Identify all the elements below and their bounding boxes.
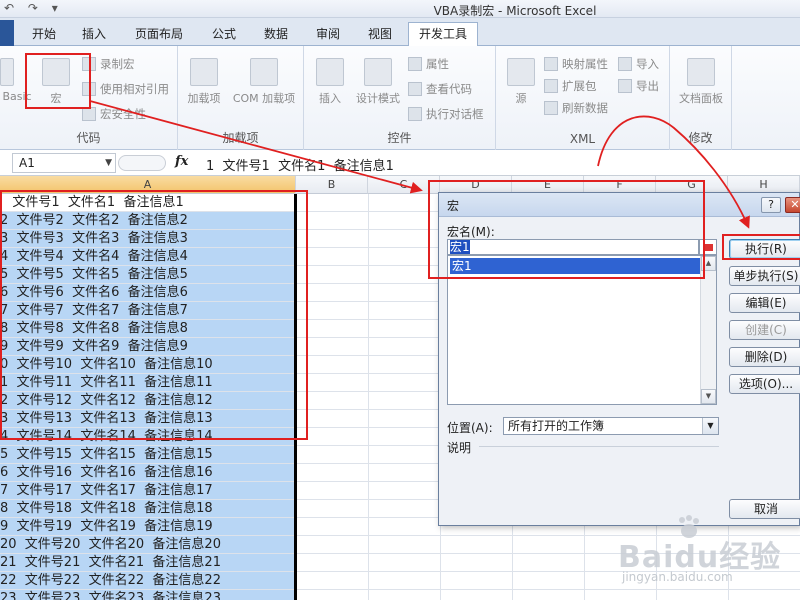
tab-view[interactable]: 视图 [358,24,402,46]
properties-button[interactable]: 属性 [408,56,449,72]
cell-a[interactable]: 21 文件号21 文件名21 备注信息21 [0,554,296,571]
xml-source-button[interactable]: 源 [504,58,538,106]
warning-icon [82,107,96,121]
relative-reference-button[interactable]: 使用相对引用 [82,81,169,97]
window-title: VBA录制宏 - Microsoft Excel [433,4,597,18]
xml-export-button[interactable]: 导出 [618,78,659,94]
tab-review[interactable]: 审阅 [306,24,350,46]
description-label: 说明 [447,441,472,455]
delete-button[interactable]: 删除(D) [729,347,800,367]
edit-button[interactable]: 编辑(E) [729,293,800,313]
ribbon: Basic 宏 录制宏 使用相对引用 宏安全性 代码 加载项 COM 加载项 加… [0,46,800,150]
xml-import-button[interactable]: 导入 [618,56,659,72]
location-label: 位置(A): [447,421,493,435]
view-code-button[interactable]: 查看代码 [408,81,472,97]
insert-control-button[interactable]: 插入 [312,58,348,106]
xml-group-label: XML [569,132,596,146]
scroll-down-icon[interactable]: ▼ [701,389,716,404]
visual-basic-icon [0,58,14,86]
expansion-packs-button[interactable]: 扩展包 [544,78,597,94]
tab-page-layout[interactable]: 页面布局 [126,24,192,46]
cell-a[interactable]: 8 文件号18 文件名18 备注信息18 [0,500,296,517]
cell-a[interactable]: 23 文件号23 文件名23 备注信息23 [0,590,296,600]
addins-button[interactable]: 加载项 [184,58,224,106]
cell-a[interactable]: 7 文件号17 文件名17 备注信息17 [0,482,296,499]
chevron-down-icon[interactable]: ▼ [702,418,718,434]
cell-a[interactable]: 6 文件号16 文件名16 备注信息16 [0,464,296,481]
insert-function-icon[interactable]: fx [175,154,188,169]
help-icon[interactable]: ? [761,197,781,213]
run-dialog-button[interactable]: 执行对话框 [408,106,484,122]
expansion-pack-icon [544,79,558,93]
export-icon [618,79,632,93]
name-box[interactable]: A1 ▼ [12,153,116,173]
ruler-icon [364,58,392,86]
com-addins-button[interactable]: COM 加载项 [228,58,300,106]
cell-a[interactable]: 9 文件号19 文件名19 备注信息19 [0,518,296,535]
formula-bar: A1 ▼ fx 1 文件号1 文件名1 备注信息1 [0,150,800,176]
addins-group: 加载项 COM 加载项 加载项 [178,46,304,150]
xml-group: 源 映射属性 扩展包 刷新数据 导入 导出 XML [496,46,670,150]
import-icon [618,57,632,71]
chevron-down-icon[interactable]: ▼ [105,154,112,172]
toolbox-icon [316,58,344,86]
ribbon-tabs: 开始 插入 页面布局 公式 数据 审阅 视图 开发工具 [0,18,800,47]
document-panel-icon [687,58,715,86]
controls-group: 插入 设计模式 属性 查看代码 执行对话框 控件 [304,46,496,150]
file-tab[interactable] [0,20,14,46]
title-bar: ↶ ↷ ▾ VBA录制宏 - Microsoft Excel [0,0,800,18]
cell-a[interactable]: 5 文件号15 文件名15 备注信息15 [0,446,296,463]
annotation-box-run [722,234,800,260]
cell-a[interactable]: 22 文件号22 文件名22 备注信息22 [0,572,296,589]
formula-bar-splitter[interactable] [118,155,166,171]
tab-insert[interactable]: 插入 [72,24,116,46]
watermark-url: jingyan.baidu.com [622,570,733,584]
map-properties-icon [544,57,558,71]
addins-group-label: 加载项 [222,131,259,145]
tab-developer[interactable]: 开发工具 [408,22,478,47]
map-properties-button[interactable]: 映射属性 [544,56,608,72]
close-icon[interactable]: ✕ [785,197,800,213]
refresh-data-button[interactable]: 刷新数据 [544,100,608,116]
modify-group: 文档面板 修改 [670,46,732,150]
annotation-box-macro-list [428,180,705,279]
description-divider [479,446,719,447]
source-icon [507,58,535,86]
design-mode-button[interactable]: 设计模式 [352,58,404,106]
macro-security-button[interactable]: 宏安全性 [82,106,146,122]
tab-home[interactable]: 开始 [22,24,66,46]
code-group-label: 代码 [76,131,101,145]
create-button[interactable]: 创建(C) [729,320,800,340]
annotation-box-data [0,190,308,440]
watermark: Baidu经验 jingyan.baidu.com [614,514,794,594]
tab-data[interactable]: 数据 [254,24,298,46]
annotation-box-macros [25,53,91,109]
run-dialog-icon [408,107,422,121]
step-into-button[interactable]: 单步执行(S) [729,266,800,286]
refresh-icon [544,101,558,115]
cell-a[interactable]: 20 文件号20 文件名20 备注信息20 [0,536,296,553]
gear-icon [190,58,218,86]
modify-group-label: 修改 [688,131,713,145]
formula-content[interactable]: 1 文件号1 文件名1 备注信息1 [206,155,394,174]
column-divider [368,194,369,600]
document-panel-button[interactable]: 文档面板 [674,58,728,106]
properties-icon [408,57,422,71]
controls-group-label: 控件 [387,131,412,145]
com-addins-icon [250,58,278,86]
tab-formulas[interactable]: 公式 [202,24,246,46]
view-code-icon [408,82,422,96]
options-button[interactable]: 选项(O)... [729,374,800,394]
location-select[interactable]: 所有打开的工作簿 ▼ [503,417,719,435]
